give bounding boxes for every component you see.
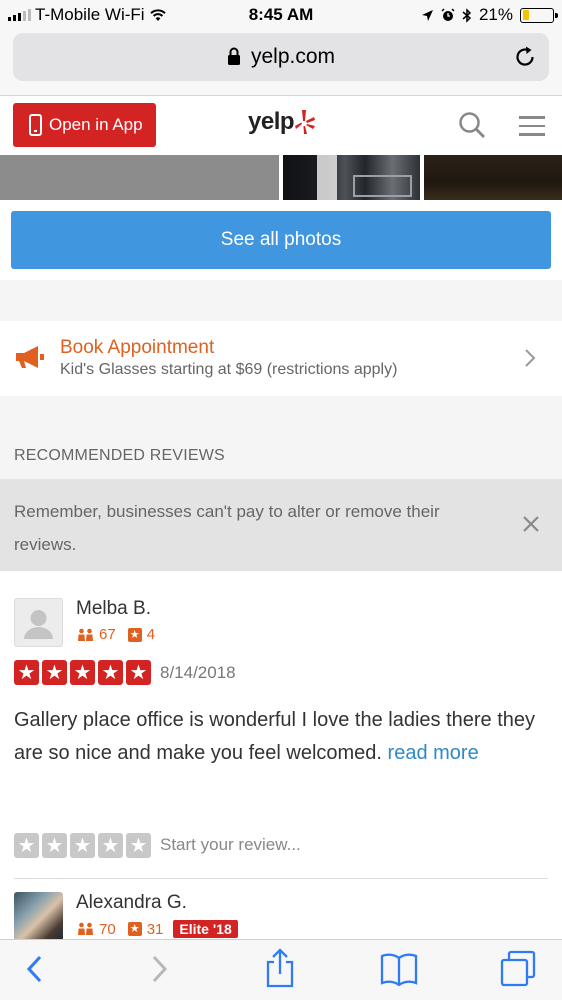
bookmarks-icon[interactable] bbox=[380, 952, 418, 986]
photo-strip bbox=[0, 155, 562, 200]
lock-icon bbox=[227, 47, 240, 65]
yelp-logo[interactable]: yelp bbox=[248, 108, 316, 136]
phone-icon bbox=[29, 114, 42, 136]
url-display[interactable]: yelp.com bbox=[13, 45, 549, 69]
location-arrow-icon bbox=[421, 9, 433, 21]
start-review-link[interactable]: Start your review... bbox=[160, 835, 301, 855]
book-appointment-title: Book Appointment bbox=[60, 337, 215, 358]
forward-icon[interactable] bbox=[148, 952, 170, 986]
close-icon[interactable] bbox=[521, 514, 541, 534]
star-icon: ★ bbox=[70, 660, 95, 685]
review-count: 4 bbox=[146, 626, 156, 643]
default-user-icon bbox=[24, 610, 53, 639]
star-rating: ★ ★ ★ ★ ★ bbox=[14, 660, 151, 685]
reviewer-stats: 67 4 bbox=[77, 626, 156, 644]
elite-badge: Elite '18 bbox=[173, 920, 238, 938]
review-count: 31 bbox=[146, 920, 164, 938]
tabs-icon[interactable] bbox=[499, 950, 537, 988]
read-more-link[interactable]: read more bbox=[388, 742, 479, 764]
share-icon[interactable] bbox=[264, 948, 296, 988]
empty-star-icon[interactable]: ★ bbox=[70, 833, 95, 858]
star-icon: ★ bbox=[14, 660, 39, 685]
empty-star-icon[interactable]: ★ bbox=[42, 833, 67, 858]
notice-text: Remember, businesses can't pay to alter … bbox=[14, 502, 440, 554]
book-appointment-subtitle: Kid's Glasses starting at $69 (restricti… bbox=[60, 361, 398, 378]
section-spacer bbox=[0, 396, 562, 479]
see-all-photos-button[interactable]: See all photos bbox=[11, 211, 551, 269]
review-count-icon bbox=[127, 626, 142, 644]
friend-count: 67 bbox=[99, 626, 116, 643]
battery-percent: 21% bbox=[478, 5, 513, 24]
empty-star-icon[interactable]: ★ bbox=[98, 833, 123, 858]
star-icon: ★ bbox=[42, 660, 67, 685]
avatar[interactable] bbox=[14, 892, 63, 941]
bluetooth-icon bbox=[462, 7, 472, 23]
reviewer-name[interactable]: Alexandra G. bbox=[76, 892, 187, 914]
site-header: Open in App yelp bbox=[0, 96, 562, 154]
browser-address-area: yelp.com bbox=[0, 30, 562, 96]
divider bbox=[14, 878, 548, 879]
yelp-logo-text: yelp bbox=[248, 108, 295, 135]
battery-icon bbox=[520, 7, 558, 23]
megaphone-icon bbox=[16, 346, 44, 368]
status-right: 21% bbox=[421, 5, 558, 25]
back-icon[interactable] bbox=[24, 952, 46, 986]
review-date: 8/14/2018 bbox=[160, 663, 236, 682]
star-icon: ★ bbox=[126, 660, 151, 685]
hamburger-menu-icon[interactable] bbox=[519, 116, 545, 142]
alarm-icon bbox=[441, 8, 455, 21]
business-photo[interactable] bbox=[283, 155, 420, 200]
reviewer-name[interactable]: Melba B. bbox=[76, 598, 151, 620]
open-in-app-label: Open in App bbox=[49, 115, 143, 134]
business-photo[interactable] bbox=[0, 155, 279, 200]
friend-count: 70 bbox=[99, 920, 116, 938]
url-label: yelp.com bbox=[250, 45, 336, 68]
chevron-right-icon bbox=[525, 349, 536, 367]
reviews-notice: Remember, businesses can't pay to alter … bbox=[0, 479, 562, 571]
browser-toolbar bbox=[0, 939, 562, 1000]
recommended-reviews-heading: RECOMMENDED REVIEWS bbox=[14, 447, 225, 464]
star-icon: ★ bbox=[98, 660, 123, 685]
review-text: Gallery place office is wonderful I love… bbox=[14, 704, 550, 770]
avatar[interactable] bbox=[14, 598, 63, 647]
empty-star-icon[interactable]: ★ bbox=[126, 833, 151, 858]
book-appointment-row[interactable]: Book Appointment Kid's Glasses starting … bbox=[0, 321, 562, 396]
empty-star-icon[interactable]: ★ bbox=[14, 833, 39, 858]
start-review-stars[interactable]: ★ ★ ★ ★ ★ bbox=[14, 833, 151, 858]
reload-icon[interactable] bbox=[513, 45, 537, 69]
friends-icon bbox=[78, 628, 93, 641]
friends-icon bbox=[78, 922, 93, 935]
status-bar: T-Mobile Wi-Fi 8:45 AM 21% bbox=[0, 0, 562, 30]
section-spacer bbox=[0, 280, 562, 321]
address-bar[interactable]: yelp.com bbox=[13, 33, 549, 81]
review-count-icon bbox=[127, 920, 142, 938]
search-icon[interactable] bbox=[458, 111, 486, 139]
yelp-burst-icon bbox=[295, 110, 316, 134]
business-photo[interactable] bbox=[424, 155, 562, 200]
reviewer-stats: 70 31 Elite '18 bbox=[77, 920, 238, 938]
open-in-app-button[interactable]: Open in App bbox=[13, 103, 156, 147]
